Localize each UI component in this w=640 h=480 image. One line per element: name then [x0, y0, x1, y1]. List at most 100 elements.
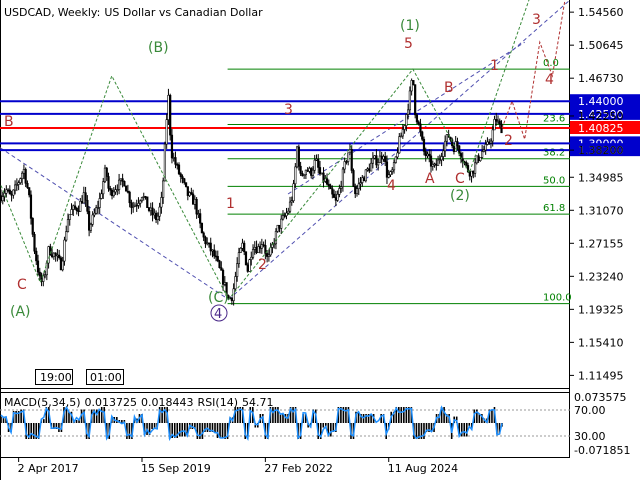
candle-body — [190, 192, 193, 195]
candle-body — [281, 215, 285, 220]
indicator-title: MACD(5,34,5) 0.013725 0.018443 RSI(14) 54.71 — [4, 396, 274, 409]
candle-body — [340, 186, 343, 189]
candle-body — [442, 150, 445, 157]
y-tick-label: 1.34985 — [578, 171, 624, 184]
candle-body — [405, 114, 408, 126]
candle-body — [183, 178, 186, 183]
candle-body — [89, 224, 92, 231]
candle-body — [433, 163, 436, 166]
candle-body — [107, 176, 110, 189]
candle-body — [315, 158, 318, 161]
candle-body — [421, 131, 424, 140]
y-tick-label: 1.50645 — [578, 39, 624, 52]
candle-body — [167, 94, 170, 120]
x-tick-label: 2 Apr 2017 — [18, 462, 79, 475]
candle-body — [424, 151, 427, 157]
candle-body — [387, 174, 390, 178]
green-wave-label: (B) — [148, 40, 169, 56]
candle-body — [251, 249, 255, 258]
candle-body — [288, 201, 292, 212]
candle-body — [290, 200, 293, 203]
candle-body — [109, 188, 112, 191]
candle-body — [206, 242, 209, 245]
candle-body — [36, 260, 40, 273]
candle-body — [95, 207, 98, 214]
candle-body — [444, 140, 447, 152]
candle-body — [221, 269, 225, 285]
candle-body — [98, 198, 101, 208]
candle-body — [12, 189, 15, 196]
candle-body — [1, 196, 4, 202]
candle-body — [350, 149, 353, 171]
candle-body — [412, 80, 415, 85]
red-wave-label: 3 — [532, 12, 541, 28]
candle-body — [163, 143, 167, 182]
candle-body — [73, 205, 77, 209]
green-wave-label: (2) — [450, 188, 470, 204]
time-tag-1[interactable]: 19:00 — [35, 369, 73, 385]
candle-body — [435, 163, 438, 166]
candle-body — [51, 254, 54, 258]
candle-body — [287, 210, 290, 214]
candle-body — [382, 156, 385, 160]
candle-body — [392, 162, 396, 171]
candle-body — [169, 94, 172, 136]
candle-body — [202, 232, 205, 238]
candle-body — [213, 249, 216, 257]
candle-body — [394, 156, 397, 163]
candle-body — [313, 159, 316, 171]
candle-body — [188, 192, 191, 196]
candle-body — [408, 90, 411, 111]
candle-body — [477, 155, 480, 161]
candle-body — [160, 197, 163, 208]
candle-body — [429, 155, 433, 167]
candle-body — [52, 252, 55, 258]
candle-body — [179, 173, 182, 177]
candle-body — [426, 153, 429, 157]
candle-body — [472, 170, 475, 174]
candle-body — [239, 247, 242, 253]
candle-body — [297, 146, 300, 167]
red-wave-label: 1 — [226, 196, 235, 212]
red-wave-label: 1 — [490, 58, 499, 74]
time-tag-2[interactable]: 01:00 — [86, 369, 124, 385]
candle-body — [484, 144, 487, 151]
candle-body — [407, 109, 410, 115]
time-tag-2-label: 01:00 — [90, 371, 122, 384]
candle-body — [158, 206, 161, 217]
candle-body — [165, 119, 168, 145]
candle-body — [347, 152, 350, 162]
candle-body — [123, 181, 126, 187]
candle-body — [45, 262, 48, 276]
candle-body — [438, 159, 441, 162]
candle-body — [186, 186, 189, 196]
candle-body — [364, 169, 367, 182]
candle-body — [82, 192, 85, 204]
y-tick-label: 1.38200 — [578, 144, 624, 157]
candle-body — [343, 161, 346, 170]
candle-body — [414, 84, 417, 116]
candle-body — [65, 231, 68, 241]
candle-body — [149, 207, 152, 211]
candle-body — [244, 251, 248, 266]
indicator-axis-label: 0.073575 — [574, 391, 627, 404]
x-tick-label: 11 Aug 2024 — [388, 462, 458, 475]
candle-body — [162, 180, 165, 198]
candle-body — [465, 162, 468, 166]
candle-body — [325, 178, 329, 185]
candle-body — [338, 188, 341, 195]
candle-body — [280, 218, 283, 229]
candle-body — [8, 189, 11, 195]
candle-body — [332, 193, 336, 198]
indicator-axis-label: 70.00 — [574, 404, 606, 417]
candle-body — [151, 207, 154, 216]
candle-body — [257, 246, 260, 254]
candle-body — [200, 222, 204, 234]
candle-body — [246, 264, 249, 272]
candle-body — [216, 256, 219, 262]
candle-body — [262, 244, 265, 246]
candle-body — [197, 213, 200, 215]
candle-body — [488, 141, 491, 144]
candle-body — [230, 297, 233, 301]
candle-body — [28, 187, 31, 196]
